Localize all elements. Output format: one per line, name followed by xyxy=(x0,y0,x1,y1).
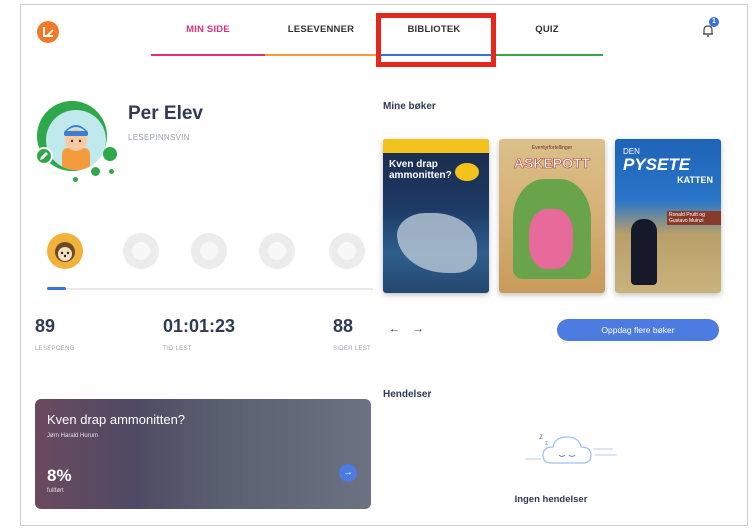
tab-indicator xyxy=(151,54,265,56)
locked-badge-icon[interactable] xyxy=(191,233,227,269)
book-cover-art xyxy=(455,163,479,181)
book-cover[interactable]: DEN PYSETE KATTEN Ronald Pruitt og Gusta… xyxy=(615,139,721,293)
events-title: Hendelser xyxy=(383,389,432,400)
book-cover-title: Kven drap ammonitten? xyxy=(389,159,452,181)
stat-points-label: LESEPOENG xyxy=(35,346,75,352)
app-frame: MIN SIDE LESEVENNER BIBLIOTEK QUIZ 1 Per… xyxy=(20,4,748,526)
book-cover-band xyxy=(383,139,489,153)
my-books-title: Mine bøker xyxy=(383,101,436,112)
tab-label: QUIZ xyxy=(535,24,559,35)
book-cover-title: PYSETE xyxy=(623,155,691,174)
avatar-image xyxy=(46,110,106,170)
stat-time-label: TID LEST xyxy=(163,346,192,352)
notification-badge: 1 xyxy=(709,17,719,27)
book-cover-art xyxy=(631,219,657,285)
locked-badge-icon[interactable] xyxy=(329,233,365,269)
decor-blob xyxy=(91,167,100,176)
prev-arrow-icon[interactable]: ← xyxy=(389,323,400,335)
svg-text:z: z xyxy=(539,432,543,441)
user-name: Per Elev xyxy=(128,103,203,124)
level-track xyxy=(47,288,373,290)
stat-time-value: 01:01:23 xyxy=(163,316,236,336)
svg-text:z: z xyxy=(545,441,548,447)
stat-pages-label: SIDER LEST xyxy=(333,346,372,352)
current-book-title: Kven drap ammonitten? xyxy=(47,412,186,427)
main-nav: MIN SIDE LESEVENNER BIBLIOTEK QUIZ xyxy=(21,5,747,56)
tab-min-side[interactable]: MIN SIDE xyxy=(151,24,265,56)
decor-blob xyxy=(73,177,78,182)
locked-badge-icon[interactable] xyxy=(123,233,159,269)
book-cover-subtitle: Eventyrfortellinger xyxy=(531,145,573,151)
hedgehog-badge-icon[interactable] xyxy=(47,233,83,269)
book-cover[interactable]: Eventyrfortellinger ASKEPOTT xyxy=(499,139,605,293)
next-arrow-icon[interactable]: → xyxy=(413,323,424,335)
tab-bibliotek[interactable]: BIBLIOTEK xyxy=(377,24,491,56)
no-events-label: Ingen hendelser xyxy=(514,494,588,505)
tab-indicator xyxy=(377,54,491,56)
book-cover-art xyxy=(397,213,477,273)
current-book-card[interactable]: Kven drap ammonitten? Jørn Harald Hurum … xyxy=(35,399,371,509)
level-badges xyxy=(47,233,377,277)
sleeping-cloud-icon: z z xyxy=(521,425,621,475)
book-cover-authors: Ronald Pruitt og Gustavo Muinzi xyxy=(667,211,721,225)
current-book-author: Jørn Harald Hurum xyxy=(47,433,99,439)
level-progress-fill xyxy=(47,287,66,290)
book-cover-art xyxy=(529,209,573,269)
tab-label: LESEVENNER xyxy=(287,24,355,35)
edit-avatar-button[interactable] xyxy=(35,147,53,165)
book-cover-title: ASKEPOTT xyxy=(513,155,591,172)
avatar xyxy=(33,97,117,189)
tab-indicator xyxy=(491,54,603,56)
discover-books-button[interactable]: Oppdag flere bøker xyxy=(557,319,719,341)
stat-pages-value: 88 xyxy=(333,316,354,336)
current-book-percent: 8% xyxy=(47,466,72,485)
tab-label: BIBLIOTEK xyxy=(407,24,461,35)
tab-label: MIN SIDE xyxy=(186,24,230,35)
tab-quiz[interactable]: QUIZ xyxy=(491,24,603,56)
decor-blob xyxy=(109,169,114,174)
current-book-percent-label: fullført xyxy=(47,488,64,494)
stat-points-value: 89 xyxy=(35,316,56,336)
continue-reading-button[interactable]: → xyxy=(339,464,357,482)
tab-indicator xyxy=(265,54,377,56)
locked-badge-icon[interactable] xyxy=(259,233,295,269)
user-level: LESEPINNSVIN xyxy=(128,133,190,142)
book-cover-subtitle: KATTEN xyxy=(677,175,713,185)
book-cover[interactable]: Kven drap ammonitten? xyxy=(383,139,489,293)
decor-blob xyxy=(103,147,117,161)
tab-lesevenner[interactable]: LESEVENNER xyxy=(265,24,377,56)
